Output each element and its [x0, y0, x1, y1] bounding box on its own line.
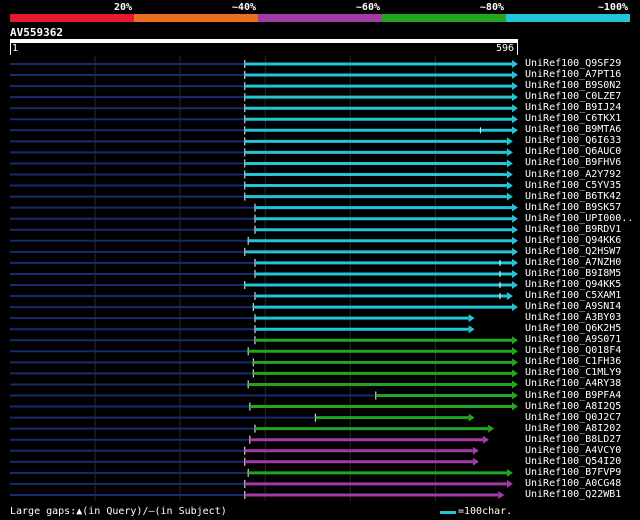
scale-bar [440, 511, 456, 514]
hit-label[interactable]: UniRef100_B9FHV6 [525, 157, 621, 168]
hit-label[interactable]: UniRef100_C1FH36 [525, 356, 621, 367]
hit-label[interactable]: UniRef100_C0LZE7 [525, 91, 621, 102]
hit-label[interactable]: UniRef100_Q6AUC0 [525, 146, 621, 157]
hit-arrow-head [506, 148, 513, 157]
hit-label[interactable]: UniRef100_A4RY38 [525, 378, 621, 389]
hit-arrow-head [512, 115, 518, 124]
hit-arrow-head [506, 292, 513, 301]
hit-arrow-head [512, 303, 518, 312]
hit-label[interactable]: UniRef100_Q54I20 [525, 456, 621, 467]
hit-arrow-head [512, 203, 518, 212]
hit-arrow-head [468, 314, 475, 323]
hit-label[interactable]: UniRef100_B9SK57 [525, 202, 621, 213]
hit-label[interactable]: UniRef100_C6TKX1 [525, 113, 621, 124]
hit-label[interactable]: UniRef100_C1MLY9 [525, 367, 621, 378]
hit-arrow-head [512, 214, 518, 223]
hit-arrow-head [512, 358, 518, 367]
hit-label[interactable]: UniRef100_A8I2Q5 [525, 401, 621, 412]
hit-label[interactable]: UniRef100_Q94KK6 [525, 235, 621, 246]
hit-label[interactable]: UniRef100_B8LD27 [525, 434, 621, 445]
hit-label[interactable]: UniRef100_A2Y792 [525, 169, 621, 180]
hit-arrow-head [512, 82, 518, 91]
hit-arrow-head [483, 435, 490, 444]
hit-label[interactable]: UniRef100_A7PT16 [525, 69, 621, 80]
hit-arrow-head [472, 446, 479, 455]
gaps-legend: Large gaps:▲(in Query)/—(in Subject) [10, 506, 227, 517]
hit-label[interactable]: UniRef100_B9RDV1 [525, 224, 621, 235]
hit-arrow-head [512, 104, 518, 113]
hit-label[interactable]: UniRef100_Q6I633 [525, 135, 621, 146]
hit-arrow-head [468, 413, 475, 422]
hit-arrow-head [506, 170, 513, 179]
hit-label[interactable]: UniRef100_A9S071 [525, 334, 621, 345]
hit-arrow-head [512, 369, 518, 378]
hit-arrow-head [512, 281, 518, 289]
hit-arrow-head [512, 236, 518, 245]
hit-label[interactable]: UniRef100_B6TK42 [525, 191, 621, 202]
hit-label[interactable]: UniRef100_B9PFA4 [525, 390, 621, 401]
hit-arrow-head [498, 490, 505, 499]
hit-arrow-head [512, 247, 518, 256]
hit-arrow-head [512, 71, 518, 80]
hit-arrow-head [512, 336, 518, 345]
hit-arrow-head [506, 192, 513, 201]
hit-arrow-head [472, 457, 479, 466]
hit-label[interactable]: UniRef100_B9I8M5 [525, 268, 621, 279]
hit-arrow-head [512, 347, 518, 356]
hit-label[interactable]: UniRef100_UPI000.. [525, 213, 633, 224]
hit-label[interactable]: UniRef100_C5XAM1 [525, 290, 621, 301]
hit-label[interactable]: UniRef100_A0CG48 [525, 478, 621, 489]
hit-arrow-head [506, 159, 513, 168]
hit-label[interactable]: UniRef100_A9SNI4 [525, 301, 621, 312]
hit-arrow-head [512, 126, 518, 135]
hit-arrow-head [488, 424, 495, 433]
hit-label[interactable]: UniRef100_B9S0N2 [525, 80, 621, 91]
hit-arrow-head [506, 137, 513, 146]
hit-arrow-head [506, 468, 513, 477]
hit-label[interactable]: UniRef100_A3BY03 [525, 312, 621, 323]
hit-label[interactable]: UniRef100_B9MTA6 [525, 124, 621, 135]
hit-label[interactable]: UniRef100_B9IJ24 [525, 102, 621, 113]
hit-arrow-head [506, 479, 513, 488]
hit-label[interactable]: UniRef100_A8I202 [525, 423, 621, 434]
hit-label[interactable]: UniRef100_B7FVP9 [525, 467, 621, 478]
hit-arrow-head [512, 225, 518, 234]
hit-arrow-head [506, 181, 513, 190]
hit-label[interactable]: UniRef100_Q9SF29 [525, 58, 621, 69]
hit-label[interactable]: UniRef100_Q6K2H5 [525, 323, 621, 334]
hit-arrow-head [512, 60, 518, 68]
hit-label[interactable]: UniRef100_A7NZH0 [525, 257, 621, 268]
scale-label: =100char. [458, 506, 513, 517]
hit-arrow-head [512, 402, 518, 411]
hit-label[interactable]: UniRef100_A4VCY0 [525, 445, 621, 456]
hit-label[interactable]: UniRef100_Q94KK5 [525, 279, 621, 290]
hit-label[interactable]: UniRef100_Q22WB1 [525, 489, 621, 500]
hit-arrow-head [468, 325, 475, 334]
hit-arrow-head [512, 258, 518, 267]
hit-label[interactable]: UniRef100_Q0J2C7 [525, 412, 621, 423]
hit-label[interactable]: UniRef100_Q2HSW7 [525, 246, 621, 257]
hit-arrow-head [512, 93, 518, 102]
hit-label[interactable]: UniRef100_C5YV35 [525, 180, 621, 191]
hit-label[interactable]: UniRef100_Q018F4 [525, 345, 621, 356]
hit-arrow-head [512, 269, 518, 278]
hit-arrow-head [512, 391, 518, 400]
hit-arrow-head [512, 380, 518, 389]
